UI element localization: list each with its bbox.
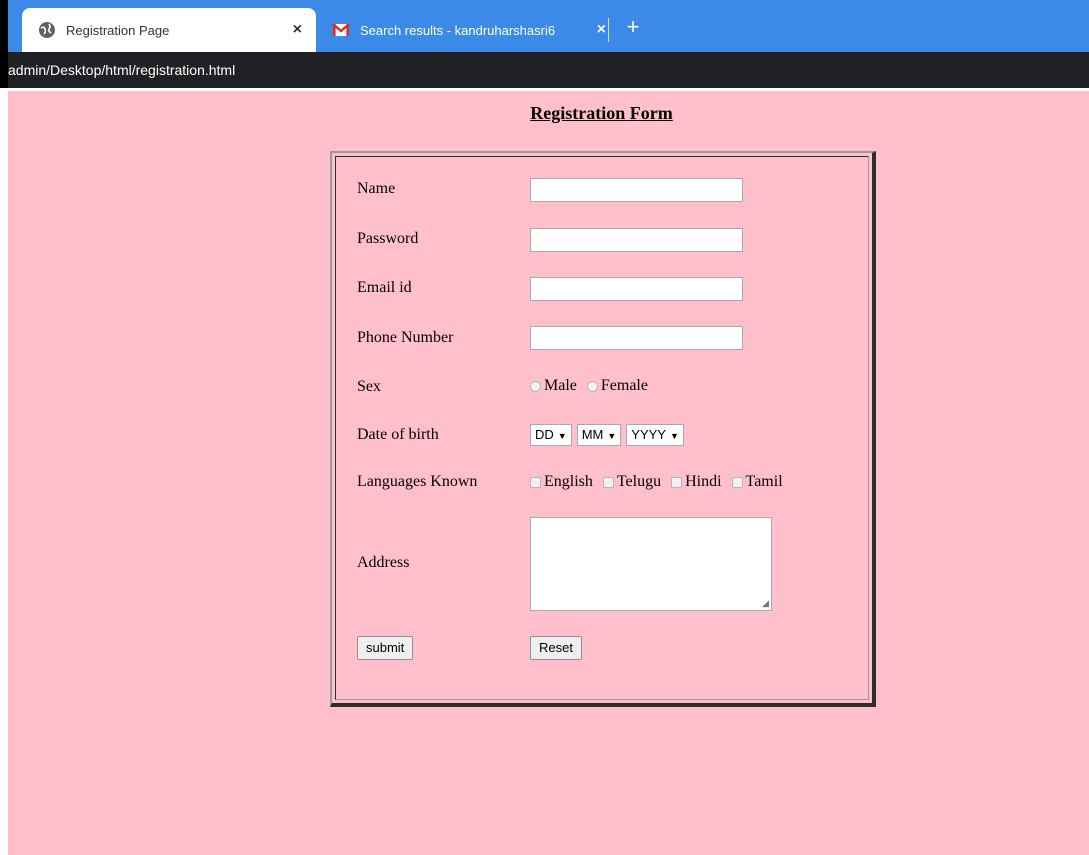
languages-options: English Telugu Hindi Tamil <box>530 473 789 491</box>
page-title: Registration Form <box>530 103 673 123</box>
telugu-label: Telugu <box>616 473 662 491</box>
dob-label: Date of birth <box>357 426 439 443</box>
caret-down-icon: ▼ <box>607 431 617 441</box>
name-label: Name <box>357 180 396 197</box>
window-edge <box>0 0 8 855</box>
window-edge-dark <box>0 0 8 88</box>
day-select[interactable]: DD ▼ <box>530 424 572 446</box>
address-textarea[interactable]: ◢ <box>530 517 772 611</box>
new-tab-button[interactable]: + <box>620 14 646 40</box>
sex-label: Sex <box>357 378 381 395</box>
caret-down-icon: ▼ <box>669 431 679 441</box>
url-text[interactable]: admin/Desktop/html/registration.html <box>8 62 235 78</box>
tab-separator <box>608 18 609 42</box>
hindi-label: Hindi <box>685 473 722 491</box>
male-radio[interactable] <box>530 380 541 392</box>
globe-icon <box>39 22 55 38</box>
english-label: English <box>544 473 593 491</box>
male-label: Male <box>544 377 577 395</box>
address-label: Address <box>357 554 410 571</box>
email-input[interactable] <box>530 277 743 301</box>
close-tab-icon[interactable]: × <box>289 21 306 39</box>
month-select[interactable]: MM ▼ <box>576 424 622 446</box>
name-input[interactable] <box>530 178 743 202</box>
day-value: DD <box>535 427 554 442</box>
page-content: Registration Form Name Password Email id… <box>8 91 1089 855</box>
caret-down-icon: ▼ <box>557 431 567 441</box>
registration-form: Name Password Email id Phone Number Sex … <box>330 151 876 707</box>
tab-bar: Registration Page × Search results - kan… <box>8 0 1089 52</box>
tab-registration-page[interactable]: Registration Page × <box>22 8 316 52</box>
dob-selects: DD ▼ MM ▼ YYYY ▼ <box>530 424 685 446</box>
hindi-checkbox[interactable] <box>671 476 683 488</box>
english-checkbox[interactable] <box>530 476 541 488</box>
languages-label: Languages Known <box>357 473 478 490</box>
address-bar[interactable]: admin/Desktop/html/registration.html <box>8 52 1089 88</box>
phone-label: Phone Number <box>357 329 454 346</box>
gmail-icon <box>332 23 350 36</box>
female-label: Female <box>600 377 648 395</box>
year-value: YYYY <box>631 427 666 442</box>
password-label: Password <box>357 230 419 247</box>
tamil-checkbox[interactable] <box>731 476 743 488</box>
resize-grip-icon[interactable]: ◢ <box>762 598 769 609</box>
female-radio[interactable] <box>586 380 598 392</box>
sex-options: Male Female <box>530 377 654 395</box>
telugu-checkbox[interactable] <box>602 476 614 488</box>
month-value: MM <box>581 427 604 442</box>
password-input[interactable] <box>530 228 743 252</box>
year-select[interactable]: YYYY ▼ <box>626 424 684 446</box>
tamil-label: Tamil <box>745 473 783 491</box>
tab-title: Search results - kandruharshasri6 <box>360 22 556 38</box>
tab-title: Registration Page <box>66 22 170 38</box>
reset-button[interactable]: Reset <box>530 636 582 660</box>
email-label: Email id <box>357 279 412 296</box>
submit-button[interactable]: submit <box>357 636 414 660</box>
phone-input[interactable] <box>530 326 743 350</box>
tab-search-results[interactable]: Search results - kandruharshasri6 × <box>318 8 618 52</box>
